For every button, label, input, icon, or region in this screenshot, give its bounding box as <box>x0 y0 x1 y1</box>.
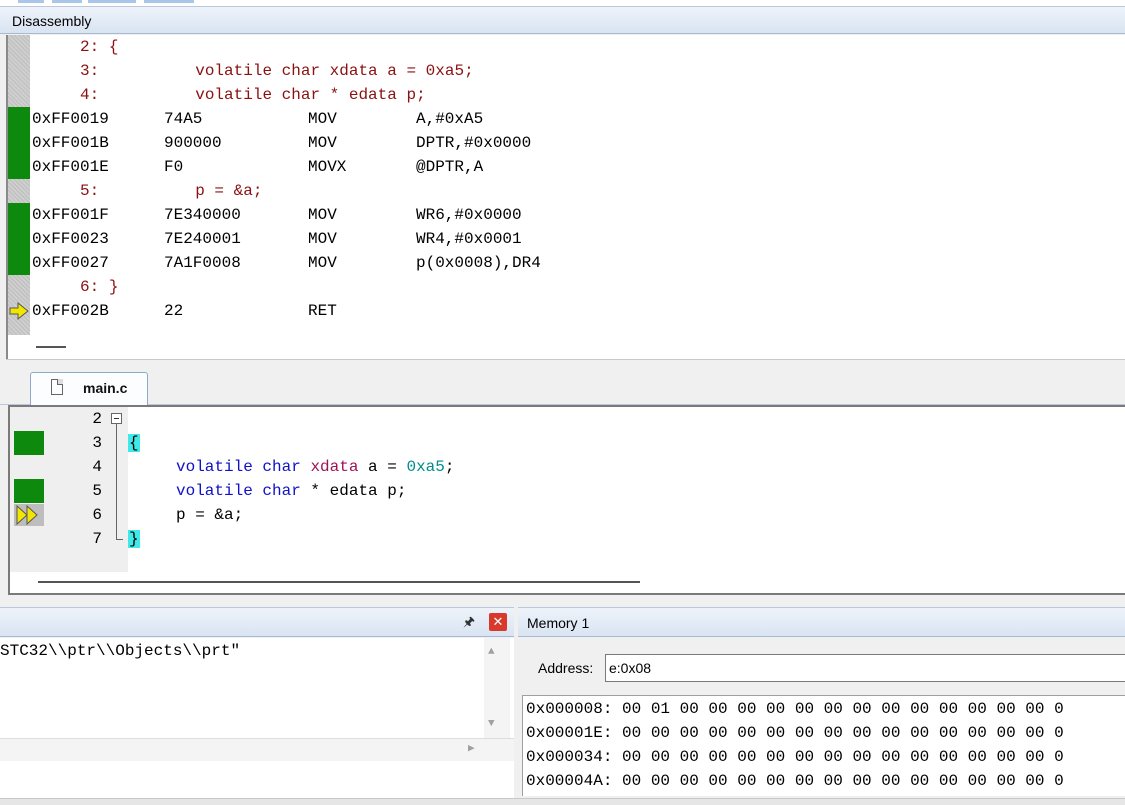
disassembly-instruction-line[interactable]: 0xFF0023 7E240001 MOV WR4,#0x0001 <box>8 227 1108 251</box>
instruction-mnemonic: MOV <box>308 134 337 152</box>
close-icon[interactable]: ✕ <box>489 613 507 631</box>
source-text: 4: volatile char * edata p; <box>32 86 426 104</box>
code-line-4[interactable]: volatile char * edata p; <box>10 455 1110 500</box>
instruction-mnemonic: MOV <box>308 110 337 128</box>
gutter-cell <box>8 59 30 83</box>
executed-marker <box>8 131 30 155</box>
instruction-address: 0xFF0027 <box>32 254 109 272</box>
instruction-operands: @DPTR,A <box>416 158 484 176</box>
memory-title-bar: Memory 1 <box>518 607 1125 637</box>
disassembly-instruction-line[interactable]: 0xFF001F 7E340000 MOV WR6,#0x0000 <box>8 203 1108 227</box>
brace-close: } <box>128 530 140 548</box>
disassembly-source-line[interactable]: 3: volatile char xdata a = 0xa5; <box>8 59 1108 83</box>
code-line-6[interactable]: } <box>10 503 1110 548</box>
memory-window: Address: 0x000008: 00 01 00 00 00 00 00 … <box>518 638 1125 804</box>
instruction-operands: DPTR,#0x0000 <box>416 134 532 152</box>
instruction-opcode: F0 <box>164 158 184 176</box>
disassembly-instruction-line[interactable]: 0xFF001E F0 MOVX @DPTR,A <box>8 155 1108 179</box>
disassembly-source-line[interactable]: 6: } <box>8 275 1108 299</box>
output-title-bar: 🖈 ✕ <box>0 607 514 637</box>
scroll-up-icon[interactable]: ▲ <box>488 646 495 658</box>
executed-marker <box>8 227 30 251</box>
scroll-right-icon[interactable]: ▶ <box>468 741 475 755</box>
disassembly-source-line[interactable]: 4: volatile char * edata p; <box>8 83 1108 107</box>
instruction-opcode: 74A5 <box>164 110 203 128</box>
memory-row[interactable]: 0x00004A: 00 00 00 00 00 00 00 00 00 00 … <box>526 769 1064 793</box>
disassembly-scroll-thumb[interactable] <box>36 346 66 348</box>
memory-grid[interactable]: 0x000008: 00 01 00 00 00 00 00 00 00 00 … <box>522 695 1125 796</box>
code-line-3[interactable]: volatile char xdata a = 0xa5; <box>10 431 1110 476</box>
address-input[interactable] <box>605 654 1125 682</box>
code-editor[interactable]: 234567 { volatile char xdata a = 0xa5; v… <box>8 405 1125 595</box>
gutter-cell <box>8 275 30 299</box>
instruction-address: 0xFF0019 <box>32 110 109 128</box>
disassembly-pane[interactable]: 2: { 3: volatile char xdata a = 0xa5; 4:… <box>6 35 1125 359</box>
toolbar-tab-3[interactable] <box>88 0 136 3</box>
scroll-down-icon[interactable]: ▼ <box>488 718 495 730</box>
instruction-opcode: 7E240001 <box>164 230 241 248</box>
gutter-cell <box>8 83 30 107</box>
line-number: 7 <box>92 530 102 548</box>
instruction-address: 0xFF001E <box>32 158 109 176</box>
memory-title: Memory 1 <box>527 615 590 631</box>
code-line-2[interactable]: { <box>10 407 1110 452</box>
source-text: 3: volatile char xdata a = 0xa5; <box>32 62 474 80</box>
pane-splitter[interactable] <box>6 359 1125 368</box>
executed-marker <box>8 155 30 179</box>
disassembly-instruction-line[interactable]: 0xFF002B 22 RET <box>8 299 1108 323</box>
gutter-cell <box>8 179 30 203</box>
toolbar-tab-2[interactable] <box>52 0 82 3</box>
instruction-mnemonic: MOVX <box>308 158 347 176</box>
memory-row[interactable]: 0x000034: 00 00 00 00 00 00 00 00 00 00 … <box>526 745 1064 769</box>
executed-marker <box>8 107 30 131</box>
instruction-opcode: 900000 <box>164 134 222 152</box>
output-horizontal-scrollbar[interactable] <box>0 738 514 761</box>
instruction-address: 0xFF0023 <box>32 230 109 248</box>
instruction-address: 0xFF002B <box>32 302 109 320</box>
executed-marker <box>8 251 30 275</box>
instruction-operands: A,#0xA5 <box>416 110 484 128</box>
instruction-operands: p(0x0008),DR4 <box>416 254 541 272</box>
output-pane[interactable]: STC32\\ptr\\Objects\\prt" ▲ ▼ ▶ <box>0 638 514 798</box>
disassembly-title: Disassembly <box>12 13 92 29</box>
instruction-opcode: 22 <box>164 302 184 320</box>
editor-tab-strip <box>0 368 1125 405</box>
source-text: 5: p = &a; <box>32 182 263 200</box>
file-icon <box>51 379 63 395</box>
editor-gutter-row: 7 <box>10 527 1110 551</box>
instruction-opcode: 7A1F0008 <box>164 254 241 272</box>
tab-label: main.c <box>83 380 128 396</box>
disassembly-source-line[interactable]: 5: p = &a; <box>8 179 1108 203</box>
disassembly-source-line[interactable]: 2: { <box>8 35 1108 59</box>
address-label: Address: <box>538 660 594 676</box>
code-line-5[interactable]: p = &a; <box>10 479 1110 524</box>
instruction-mnemonic: MOV <box>308 206 337 224</box>
instruction-operands: WR6,#0x0000 <box>416 206 522 224</box>
memory-row[interactable]: 0x00001E: 00 00 00 00 00 00 00 00 00 00 … <box>526 721 1064 745</box>
editor-scroll-thumb[interactable] <box>38 581 640 583</box>
current-instruction-arrow-icon <box>8 299 30 323</box>
source-text: 6: } <box>32 278 119 296</box>
disassembly-instruction-line[interactable]: 0xFF001B 900000 MOV DPTR,#0x0000 <box>8 131 1108 155</box>
toolbar-tab-1[interactable] <box>18 0 44 3</box>
memory-row[interactable]: 0x000008: 00 01 00 00 00 00 00 00 00 00 … <box>526 697 1064 721</box>
instruction-mnemonic: RET <box>308 302 337 320</box>
tab-main-c[interactable]: main.c <box>30 372 148 406</box>
disassembly-instruction-line[interactable]: 0xFF0019 74A5 MOV A,#0xA5 <box>8 107 1108 131</box>
instruction-address: 0xFF001B <box>32 134 109 152</box>
instruction-operands: WR4,#0x0001 <box>416 230 522 248</box>
instruction-mnemonic: MOV <box>308 254 337 272</box>
toolbar-tab-4[interactable] <box>144 0 194 3</box>
instruction-opcode: 7E340000 <box>164 206 241 224</box>
disassembly-instruction-line[interactable]: 0xFF0027 7A1F0008 MOV p(0x0008),DR4 <box>8 251 1108 275</box>
output-text: STC32\\ptr\\Objects\\prt" <box>0 642 241 660</box>
executed-marker <box>8 203 30 227</box>
source-text: 2: { <box>32 38 119 56</box>
pin-icon[interactable]: 🖈 <box>461 614 477 630</box>
instruction-address: 0xFF001F <box>32 206 109 224</box>
gutter-cell <box>8 35 30 59</box>
disassembly-title-bar: Disassembly <box>0 6 1125 34</box>
instruction-mnemonic: MOV <box>308 230 337 248</box>
